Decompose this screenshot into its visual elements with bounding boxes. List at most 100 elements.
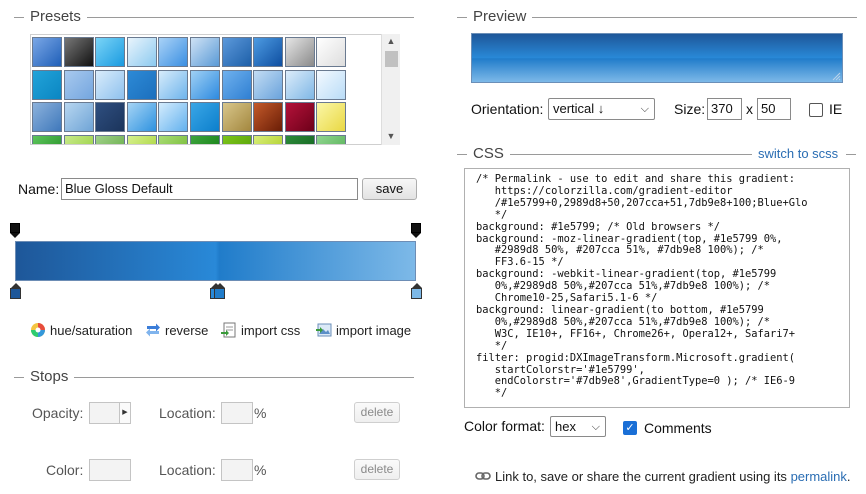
preset-swatch[interactable]: [253, 102, 284, 132]
color-location-label: Location:: [159, 462, 216, 478]
css-code-line: 0%,#2989d8 50%,#207cca 51%,#7db9e8 100%)…: [476, 315, 771, 328]
reverse-tool[interactable]: reverse: [145, 322, 208, 338]
footer-period: .: [846, 469, 851, 484]
preset-swatch[interactable]: [316, 37, 347, 67]
delete-color-stop-button[interactable]: delete: [354, 459, 400, 480]
opacity-spinner[interactable]: ▶: [119, 403, 130, 423]
preset-swatch[interactable]: [190, 69, 220, 100]
preset-swatch[interactable]: [126, 37, 157, 67]
color-stop-marker[interactable]: [410, 283, 422, 299]
name-input[interactable]: Blue Gloss Default: [61, 178, 358, 200]
opacity-location-input[interactable]: [221, 402, 253, 424]
presets-grid: [30, 34, 400, 145]
css-divider-mid: [510, 154, 752, 155]
css-code-line: */: [476, 387, 508, 400]
preset-swatch[interactable]: [221, 37, 252, 67]
preset-swatch[interactable]: [221, 102, 252, 132]
preset-swatch[interactable]: [126, 69, 157, 100]
css-code-line: filter: progid:DXImageTransform.Microsof…: [476, 351, 796, 364]
color-label: Color:: [46, 462, 84, 478]
preset-swatch[interactable]: [95, 102, 126, 132]
color-swatch-input[interactable]: [89, 459, 131, 481]
preset-swatch[interactable]: [284, 134, 315, 144]
orientation-value: vertical ↓: [553, 101, 605, 116]
color-stop-marker[interactable]: [9, 283, 21, 299]
chevron-down-icon: ⌵: [640, 103, 649, 115]
preset-swatch[interactable]: [284, 37, 315, 67]
delete-opacity-stop-button[interactable]: delete: [354, 402, 400, 423]
preset-swatch[interactable]: [284, 69, 315, 100]
chain-link-icon: [475, 469, 491, 484]
opacity-input[interactable]: ▶: [89, 402, 131, 424]
css-code-line: background: #1e5799; /* Old browsers */: [476, 220, 720, 233]
preset-swatch[interactable]: [32, 69, 62, 100]
comments-checkbox[interactable]: ✓: [623, 421, 637, 435]
import-css-icon: [221, 322, 237, 338]
color-format-label: Color format:: [464, 418, 545, 434]
preset-swatch[interactable]: [63, 37, 94, 67]
gradient-bar[interactable]: [15, 241, 416, 281]
preset-swatch[interactable]: [190, 37, 220, 67]
preset-swatch[interactable]: [253, 134, 284, 144]
preset-swatch[interactable]: [221, 69, 252, 100]
reverse-label: reverse: [165, 322, 209, 338]
preset-swatch[interactable]: [158, 134, 189, 144]
orientation-label: Orientation:: [471, 101, 544, 117]
preset-swatch[interactable]: [316, 102, 347, 132]
color-stop-marker[interactable]: [214, 283, 225, 299]
css-code-box[interactable]: /* Permalink - use to edit and share thi…: [464, 168, 850, 408]
ie-checkbox[interactable]: [809, 103, 823, 117]
import-image-tool[interactable]: import image: [316, 322, 411, 338]
preset-swatch[interactable]: [190, 102, 220, 132]
opacity-label: Opacity:: [32, 405, 84, 421]
hue-saturation-label: hue/saturation: [50, 322, 133, 338]
preset-swatch[interactable]: [253, 37, 284, 67]
size-label: Size:: [674, 101, 706, 117]
orientation-select[interactable]: vertical ↓ ⌵: [548, 98, 655, 120]
import-css-tool[interactable]: import css: [221, 322, 300, 338]
preset-swatch[interactable]: [32, 134, 62, 144]
color-location-input[interactable]: [221, 459, 253, 481]
opacity-stop-marker[interactable]: [411, 223, 421, 239]
color-format-select[interactable]: hex ⌵: [550, 416, 606, 437]
preset-swatch[interactable]: [190, 134, 220, 144]
preview-title: Preview: [467, 8, 533, 26]
preset-swatch[interactable]: [63, 134, 94, 144]
preset-swatch[interactable]: [63, 69, 94, 100]
chevron-down-icon: ⌵: [591, 421, 600, 433]
preset-swatch[interactable]: [158, 102, 189, 132]
preset-swatch[interactable]: [95, 69, 126, 100]
preset-swatch[interactable]: [316, 134, 347, 144]
preset-swatch[interactable]: [253, 69, 284, 100]
scroll-down-icon[interactable]: ▼: [382, 129, 400, 144]
preset-swatch[interactable]: [126, 134, 157, 144]
preset-swatch[interactable]: [316, 69, 347, 100]
footer-note: Link to, save or share the current gradi…: [475, 469, 851, 484]
opacity-percent: %: [254, 405, 267, 421]
preset-swatch[interactable]: [158, 69, 189, 100]
preset-swatch[interactable]: [32, 37, 62, 67]
scroll-thumb[interactable]: [385, 51, 398, 67]
ie-label: IE: [829, 101, 843, 117]
preset-swatch[interactable]: [284, 102, 315, 132]
preview-height-input[interactable]: 50: [757, 98, 791, 120]
resize-grip-icon[interactable]: [831, 71, 841, 81]
save-button[interactable]: save: [362, 178, 417, 200]
preset-swatch[interactable]: [126, 102, 157, 132]
import-image-icon: [316, 322, 332, 338]
permalink-link[interactable]: permalink: [791, 469, 847, 484]
scroll-up-icon[interactable]: ▲: [382, 34, 400, 49]
css-code-line: endColorstr='#7db9e8',GradientType=0 ); …: [476, 375, 796, 388]
preset-swatch[interactable]: [158, 37, 189, 67]
switch-to-scss-link[interactable]: switch to scss: [754, 146, 843, 161]
preset-swatch[interactable]: [95, 37, 126, 67]
hue-saturation-tool[interactable]: hue/saturation: [30, 322, 132, 338]
preset-swatch[interactable]: [221, 134, 252, 144]
preview-width-input[interactable]: 370: [707, 98, 742, 120]
preset-swatch[interactable]: [32, 102, 62, 132]
preset-swatch[interactable]: [95, 134, 126, 144]
presets-scrollbar[interactable]: ▲ ▼: [381, 34, 400, 145]
opacity-stop-marker[interactable]: [10, 223, 20, 239]
import-css-label: import css: [241, 322, 301, 338]
preset-swatch[interactable]: [63, 102, 94, 132]
